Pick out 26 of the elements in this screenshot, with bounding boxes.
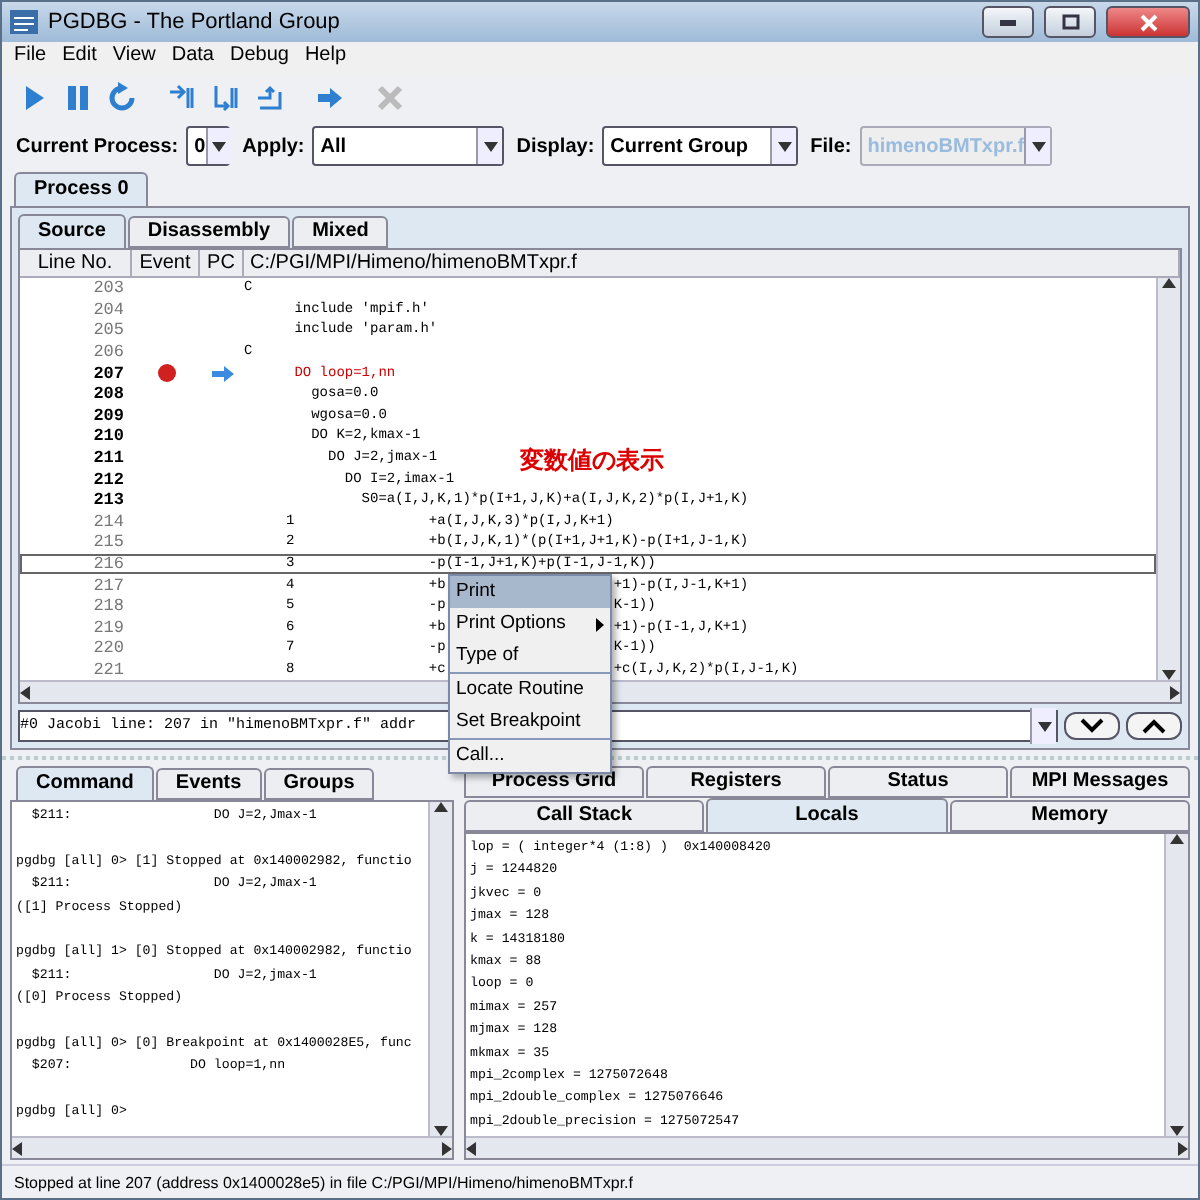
line-number: 217 <box>91 575 126 596</box>
line-number: 207 <box>91 363 126 384</box>
window-title: PGDBG - The Portland Group <box>48 10 342 34</box>
selector-label: Current Process: <box>16 135 179 157</box>
selector-label: File: <box>810 135 852 157</box>
line-number: 215 <box>91 532 126 553</box>
selector-label: Apply: <box>242 135 305 157</box>
line-number: 220 <box>91 638 126 659</box>
line-number: 203 <box>91 278 126 299</box>
line-number: 214 <box>91 511 126 532</box>
line-number: 205 <box>91 320 126 341</box>
line-number: 219 <box>91 617 126 638</box>
line-number: 206 <box>91 342 126 363</box>
line-number: 221 <box>91 659 126 680</box>
line-number: 210 <box>91 426 126 447</box>
line-number: 212 <box>91 469 126 490</box>
line-number: 211 <box>91 448 126 469</box>
line-number: 209 <box>91 405 126 426</box>
line-number: 208 <box>91 384 126 405</box>
selector-label: Display: <box>516 135 595 157</box>
line-number: 218 <box>91 596 126 617</box>
line-number: 213 <box>91 490 126 511</box>
annotation-text: 変数値の表示 <box>520 444 664 478</box>
status-text: Stopped at line 207 (address 0x1400028e5) in file C:/PGI/MPI/Himeno/himenoBMTxpr.f <box>14 1173 633 1191</box>
line-number: 216 <box>91 554 126 575</box>
line-number: 204 <box>91 299 126 320</box>
